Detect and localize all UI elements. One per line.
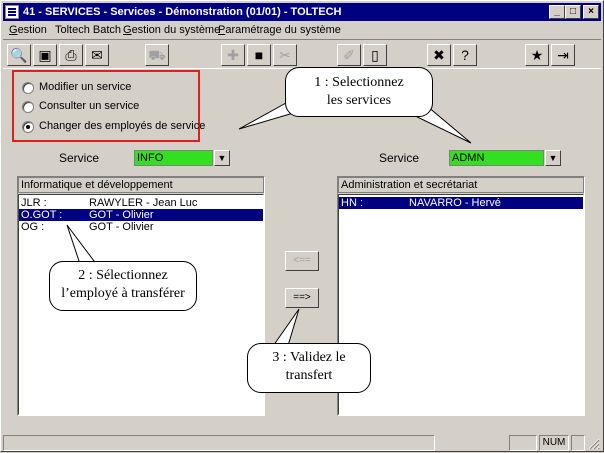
menu-gestion[interactable]: Gestion: [9, 24, 47, 36]
callout-1-line-2: les services: [326, 93, 392, 108]
list-item[interactable]: OG : GOT - Olivier: [19, 221, 263, 233]
printer-icon[interactable]: ⎙: [59, 44, 83, 66]
move-left-button[interactable]: <==: [285, 251, 319, 271]
menu-toltech-batch[interactable]: Toltech Batch: [55, 24, 121, 36]
callout-step-3: 3 : Validez le transfert: [247, 343, 371, 393]
callout-2-line-2: l’employé à transférer: [61, 286, 185, 301]
status-num: NUM: [539, 435, 569, 451]
new-page-icon[interactable]: ▯: [363, 44, 387, 66]
title-bar[interactable]: 41 - SERVICES - Services - Démonstration…: [3, 3, 601, 21]
menu-gestion-systeme[interactable]: Gestion du système: [123, 24, 220, 36]
callout-step-1: 1 : Selectionnez les services: [285, 67, 433, 117]
truck-icon[interactable]: ⛟: [145, 44, 169, 66]
window-title: 41 - SERVICES - Services - Démonstration…: [23, 6, 342, 18]
search-icon[interactable]: 🔍: [7, 44, 31, 66]
callout-3-line-2: transfert: [285, 368, 333, 383]
save-icon[interactable]: ■: [247, 44, 271, 66]
move-right-button[interactable]: ==>: [285, 288, 319, 308]
magic-wand-icon[interactable]: ★: [525, 44, 549, 66]
dropdown-arrow-icon[interactable]: ▼: [545, 150, 561, 166]
radio-button[interactable]: [22, 101, 34, 113]
menu-parametrage-systeme[interactable]: Paramétrage du système: [218, 24, 341, 36]
status-panel-blank: [509, 435, 537, 451]
left-service-combo[interactable]: INFO ▼: [134, 150, 230, 166]
maximize-button[interactable]: □: [565, 5, 581, 19]
toolbar: 🔍 ▣ ⎙ ✉ ⛟ ✚ ■ ✂ ✐ ▯ ✖ ? ★ ⇥: [3, 39, 601, 69]
callout-step-2: 2 : Sélectionnez l’employé à transférer: [49, 261, 197, 311]
right-list-header: Administration et secrétariat: [338, 177, 584, 193]
app-icon[interactable]: [5, 5, 19, 19]
exit-door-icon[interactable]: ⇥: [551, 44, 575, 66]
list-item-selected[interactable]: HN : NAVARRO - Hervé: [339, 197, 583, 209]
envelope-icon[interactable]: ✉: [85, 44, 109, 66]
add-icon[interactable]: ✚: [221, 44, 245, 66]
right-service-label: Service: [379, 151, 420, 165]
list-item-selected[interactable]: O.GOT : GOT - Olivier: [19, 209, 263, 221]
callout-1-line-1: 1 : Selectionnez: [314, 75, 404, 90]
cut-icon[interactable]: ✂: [273, 44, 297, 66]
minimize-button[interactable]: _: [549, 5, 565, 19]
status-bar: NUM: [3, 433, 601, 451]
left-service-label: Service: [59, 151, 100, 165]
edit-icon[interactable]: ✐: [337, 44, 361, 66]
callout-2-line-1: 2 : Sélectionnez: [78, 268, 168, 283]
resize-grip-icon[interactable]: [588, 438, 600, 450]
service-mode-group: Modifier un service Consulter un service…: [12, 70, 205, 142]
status-panel-main: [3, 435, 435, 451]
list-item[interactable]: JLR : RAWYLER - Jean Luc: [19, 197, 263, 209]
app-window: 41 - SERVICES - Services - Démonstration…: [0, 0, 604, 452]
camera-icon[interactable]: ▣: [33, 44, 57, 66]
right-service-combo[interactable]: ADMN ▼: [449, 150, 561, 166]
radio-button-checked[interactable]: [22, 121, 34, 133]
dropdown-arrow-icon[interactable]: ▼: [214, 150, 230, 166]
close-button[interactable]: ×: [583, 5, 599, 19]
left-list-header: Informatique et développement: [18, 177, 264, 193]
radio-button[interactable]: [22, 82, 34, 94]
callout-3-line-1: 3 : Validez le: [272, 350, 346, 365]
left-service-value[interactable]: INFO: [134, 150, 213, 166]
right-service-value[interactable]: ADMN: [449, 150, 544, 166]
right-list-body[interactable]: HN : NAVARRO - Hervé: [338, 194, 584, 415]
menu-bar: Gestion Toltech Batch Gestion du système…: [3, 22, 601, 39]
status-panel-scroll: [571, 435, 585, 451]
right-employee-list: Administration et secrétariat HN : NAVAR…: [337, 176, 585, 416]
excel-icon[interactable]: ✖: [427, 44, 451, 66]
help-pointer-icon[interactable]: ?: [453, 44, 477, 66]
